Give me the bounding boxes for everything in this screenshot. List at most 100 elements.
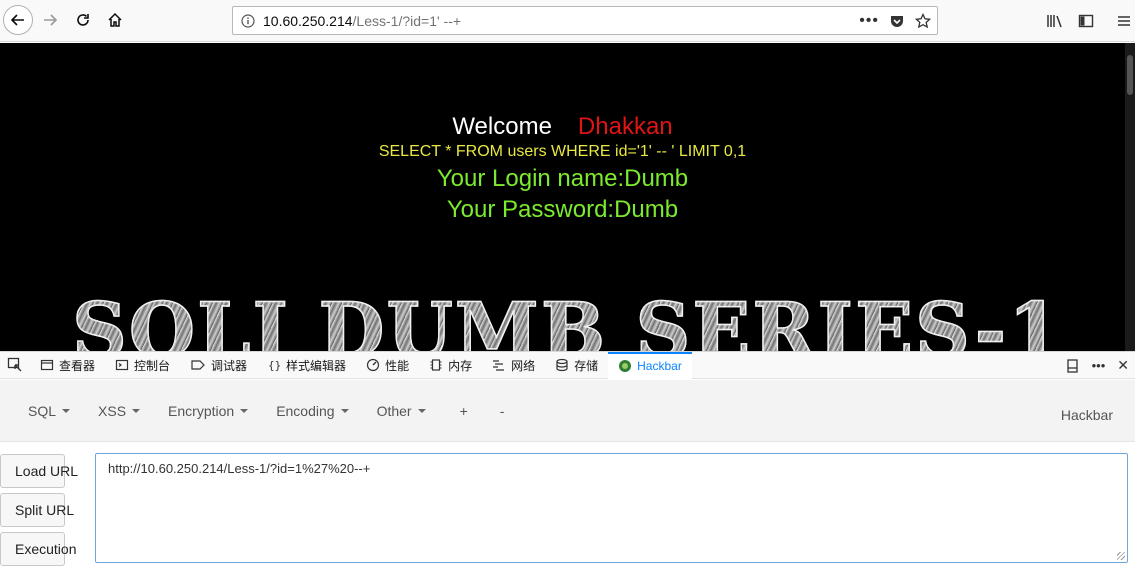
encoding-menu-label: Encoding [276,402,335,419]
tab-label: 内存 [448,358,473,373]
storage-icon [555,358,569,372]
network-icon [492,358,506,372]
tab-console[interactable]: 控制台 [105,352,180,379]
performance-icon [366,358,380,372]
url-host: 10.60.250.214 [263,12,353,29]
forward-button[interactable] [35,5,65,35]
xss-menu-label: XSS [98,402,127,419]
hackbar-menu-bar: SQL XSS Encryption Encoding Other + - Ha… [0,380,1135,442]
series-banner-image: SQLI DUMB SERIES-1 [71,285,1062,351]
chevron-down-icon [417,408,426,413]
load-url-button[interactable]: Load URL [0,454,78,488]
load-url-label: Load URL [15,463,79,479]
execute-button[interactable]: Execution [0,532,76,566]
element-picker-button[interactable] [0,357,30,373]
hamburger-icon [1118,16,1130,26]
sql-query-text: SELECT * FROM users WHERE id='1' -- ' LI… [378,143,747,160]
chevron-down-icon [240,408,249,413]
forward-arrow-icon [44,14,58,26]
reload-icon [77,14,89,26]
devtools-more-icon[interactable]: ••• [1092,358,1106,373]
other-menu-label: Other [376,402,412,419]
home-icon [108,12,122,27]
tab-network[interactable]: 网络 [482,352,545,379]
sidebar-icon [1078,14,1094,28]
page-content: Welcome Dhakkan SELECT * FROM users WHERE… [0,43,1135,351]
login-name-text: Your Login name:Dumb [436,165,689,192]
tab-hackbar[interactable]: Hackbar [608,351,692,379]
encryption-menu[interactable]: Encryption [168,402,249,419]
memory-icon [429,358,443,372]
tab-memory[interactable]: 内存 [419,352,482,379]
add-field-button[interactable]: + [460,403,468,419]
tab-storage[interactable]: 存储 [545,352,608,379]
library-button[interactable] [1042,8,1068,34]
devtools-tabbar: 查看器 控制台 调试器 {} 样式编辑器 性能 内存 网络 存储 Hackbar ••• ✕ [0,351,1135,379]
reload-button[interactable] [68,5,98,35]
console-icon [115,358,129,372]
hackbar-icon [618,359,632,373]
home-button[interactable] [100,5,130,35]
menu-button[interactable] [1111,8,1135,34]
tab-label: 样式编辑器 [286,358,347,373]
hackbar-body: Load URL Split URL Execution http://10.6… [0,443,1135,567]
xss-menu[interactable]: XSS [98,402,141,419]
url-textarea[interactable]: http://10.60.250.214/Less-1/?id=1%27%20-… [95,453,1128,563]
pocket-icon[interactable] [889,13,905,29]
password-text: Your Password:Dumb [446,196,679,223]
back-arrow-icon [10,14,24,26]
plus-label: + [459,402,468,419]
address-bar[interactable]: 10.60.250.214/Less-1/?id=1' --+ ••• [232,6,938,35]
minus-label: - [499,402,505,419]
sql-menu-label: SQL [28,402,57,419]
svg-text:{}: {} [268,359,281,372]
remove-field-button[interactable]: - [500,403,505,419]
tab-label: 性能 [385,358,410,373]
resize-grip-icon[interactable] [1117,552,1125,560]
tab-inspector[interactable]: 查看器 [30,352,105,379]
split-url-label: Split URL [15,502,75,518]
tab-style-editor[interactable]: {} 样式编辑器 [257,352,356,379]
library-icon [1047,15,1062,28]
tab-label: 查看器 [59,358,96,373]
element-picker-icon [7,357,22,372]
back-button[interactable] [3,5,33,35]
tab-label: 调试器 [211,358,248,373]
sql-menu[interactable]: SQL [28,402,71,419]
tab-label: 控制台 [134,358,171,373]
page-scrollbar[interactable] [1125,43,1135,351]
tab-performance[interactable]: 性能 [356,352,419,379]
url-text[interactable]: 10.60.250.214/Less-1/?id=1' --+ [263,13,461,29]
hackbar-title: Hackbar [1060,407,1113,423]
url-path: /Less-1/?id=1' --+ [352,12,462,29]
devtools-controls: ••• ✕ [1066,352,1135,379]
style-editor-icon: {} [267,358,281,372]
url-actions: ••• [859,10,931,32]
chevron-down-icon [62,408,71,413]
other-menu[interactable]: Other [377,403,426,419]
dock-side-icon[interactable] [1066,358,1080,373]
encryption-menu-label: Encryption [168,402,235,419]
scrollbar-thumb[interactable] [1127,55,1133,95]
debugger-icon [190,358,206,372]
welcome-text: Welcome [452,113,552,140]
chevron-down-icon [132,408,141,413]
split-url-button[interactable]: Split URL [0,493,74,527]
inspector-icon [40,358,54,372]
browser-toolbar: 10.60.250.214/Less-1/?id=1' --+ ••• [0,0,1135,42]
chevron-down-icon [340,408,349,413]
tab-label: 存储 [574,358,599,373]
execute-label: Execution [15,541,77,557]
user-name-text: Dhakkan [577,113,673,140]
tab-debugger[interactable]: 调试器 [180,352,257,379]
welcome-line: Welcome Dhakkan [0,113,1125,141]
tab-label: Hackbar [637,359,682,373]
devtools-tab-list: 查看器 控制台 调试器 {} 样式编辑器 性能 内存 网络 存储 Hackbar [30,351,692,379]
sidebar-button[interactable] [1073,8,1099,34]
devtools-close-icon[interactable]: ✕ [1117,357,1129,374]
page-actions-icon[interactable]: ••• [859,12,879,30]
bookmark-star-icon[interactable] [915,13,931,29]
encoding-menu[interactable]: Encoding [276,402,349,419]
site-info-icon[interactable] [233,13,263,28]
tab-label: 网络 [511,358,536,373]
